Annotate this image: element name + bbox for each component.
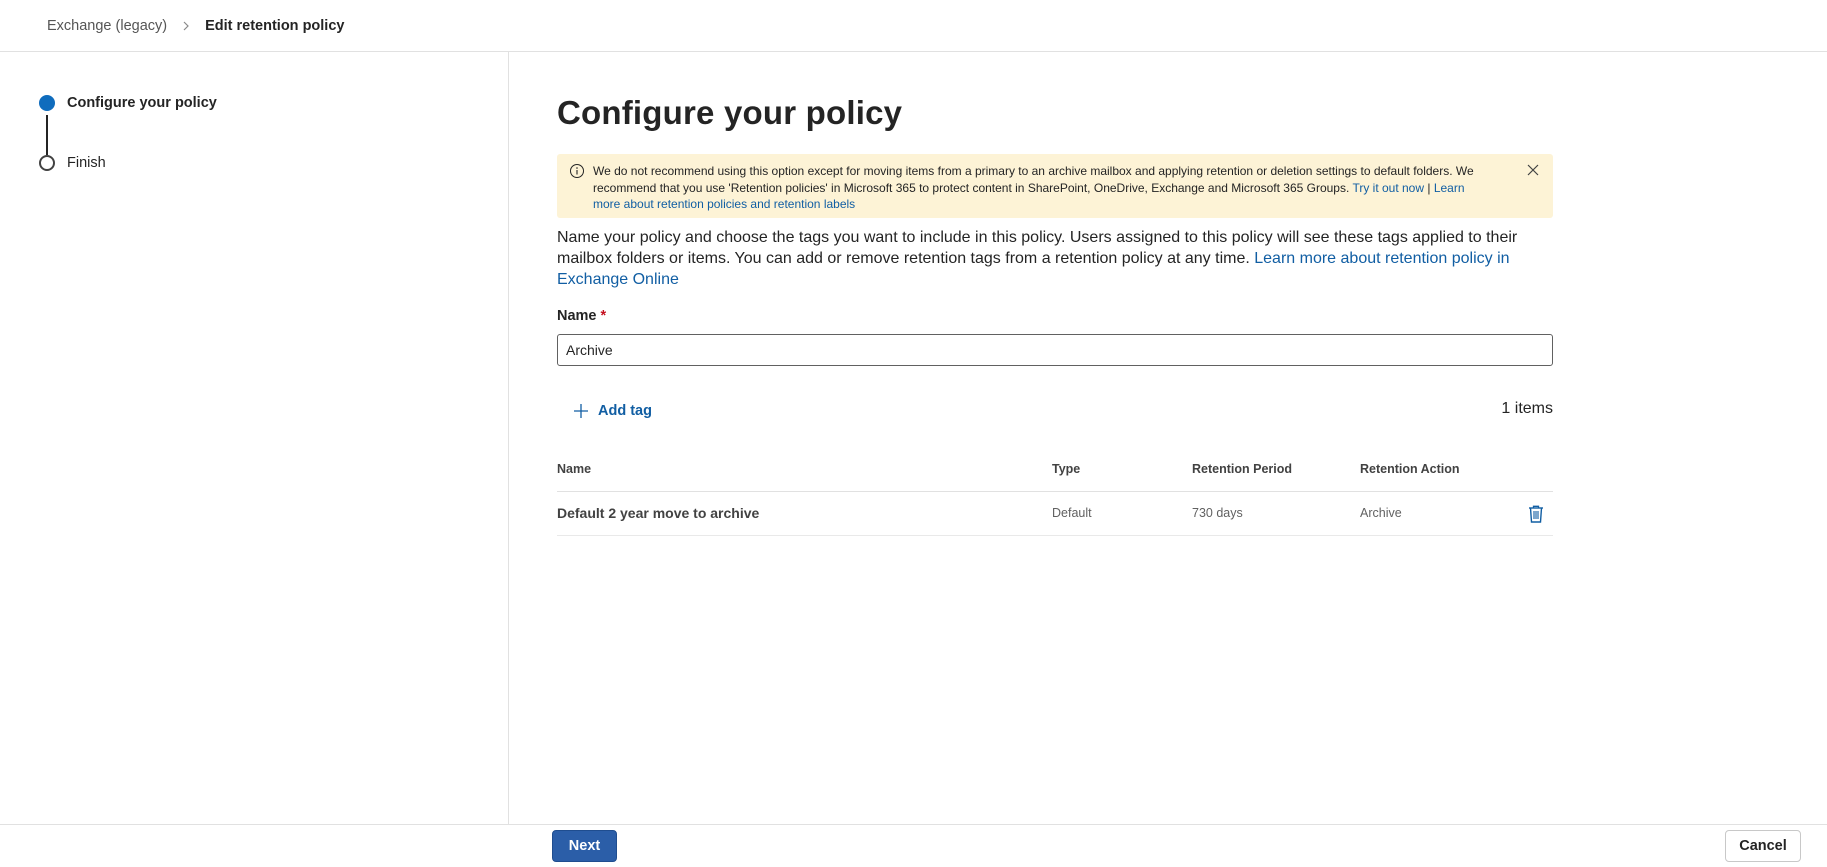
chevron-right-icon [181,21,191,31]
cell-retention-action: Archive [1360,506,1402,520]
step-finish[interactable]: Finish [39,155,106,171]
step-pending-indicator [39,155,55,171]
info-icon [569,163,585,179]
banner-text: We do not recommend using this option ex… [593,164,1474,195]
wizard-footer: Next Cancel [0,824,1827,867]
cell-retention-period: 730 days [1192,506,1243,520]
cancel-button[interactable]: Cancel [1725,830,1801,862]
table-header: Name Type Retention Period Retention Act… [557,450,1553,492]
policy-description: Name your policy and choose the tags you… [557,227,1553,290]
required-marker: * [600,308,607,324]
policy-name-input[interactable] [557,334,1553,366]
column-header-retention-action[interactable]: Retention Action [1360,462,1460,476]
step-connector [46,115,48,155]
table-row[interactable]: Default 2 year move to archive Default 7… [557,492,1553,536]
cell-type: Default [1052,506,1092,520]
step-label: Configure your policy [67,95,217,111]
wizard-steps-panel: Configure your policy Finish [0,52,509,824]
step-configure-policy[interactable]: Configure your policy [39,95,217,111]
name-field-label: Name * [557,308,606,324]
step-label: Finish [67,155,106,171]
items-count: 1 items [1501,400,1553,417]
next-button[interactable]: Next [552,830,617,862]
banner-separator: | [1424,180,1434,195]
add-tag-label: Add tag [598,403,652,419]
warning-banner: We do not recommend using this option ex… [557,154,1553,218]
delete-icon[interactable] [1527,504,1545,524]
add-tag-button[interactable]: Add tag [572,402,652,420]
retention-tags-table: Name Type Retention Period Retention Act… [557,450,1553,536]
column-header-retention-period[interactable]: Retention Period [1192,462,1292,476]
close-icon[interactable] [1523,160,1543,180]
cell-name: Default 2 year move to archive [557,505,760,521]
name-label-text: Name [557,308,597,324]
breadcrumb-item-current: Edit retention policy [205,17,345,34]
column-header-name[interactable]: Name [557,462,591,476]
breadcrumb: Exchange (legacy) Edit retention policy [0,0,1827,52]
plus-icon [574,404,588,418]
column-header-type[interactable]: Type [1052,462,1080,476]
step-active-indicator [39,95,55,111]
try-it-now-link[interactable]: Try it out now [1352,181,1424,195]
breadcrumb-item-exchange-legacy[interactable]: Exchange (legacy) [47,18,167,34]
page-title: Configure your policy [557,94,903,131]
